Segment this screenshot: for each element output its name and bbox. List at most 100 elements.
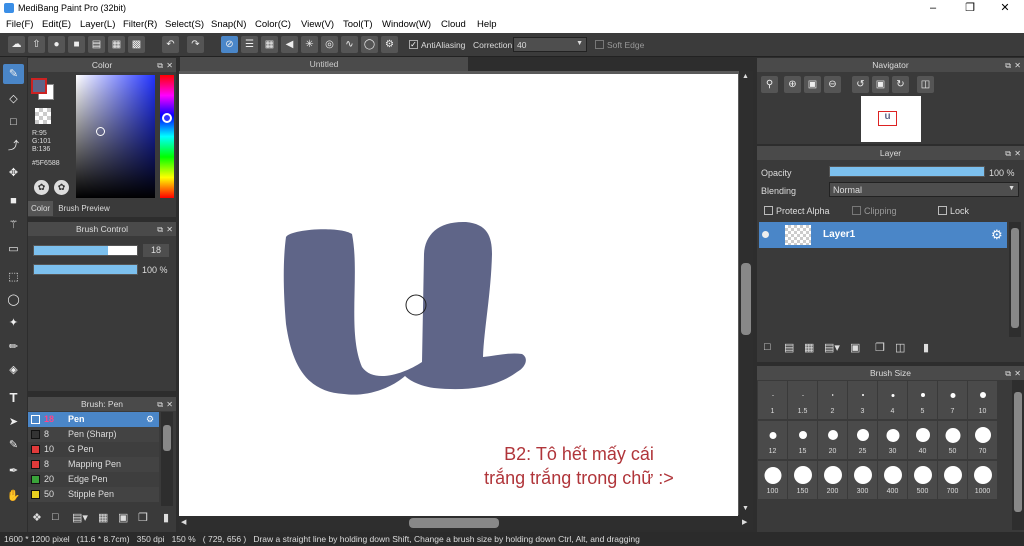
select-pen-icon[interactable]: ✏ (3, 337, 24, 357)
magic-wand-icon[interactable]: ✦ (3, 313, 24, 333)
panel-close-icon[interactable]: ✕ (1014, 147, 1021, 161)
minimize-icon[interactable]: – (916, 0, 950, 17)
brush-size-cell[interactable]: 300 (848, 461, 877, 499)
menu-file[interactable]: File(F) (6, 19, 33, 30)
select-eraser-icon[interactable]: ◈ (3, 360, 24, 380)
gear-icon[interactable]: ⚙ (991, 227, 1003, 243)
redo-icon[interactable]: ↷ (187, 36, 204, 53)
list-item[interactable]: 8 Mapping Pen (28, 457, 159, 472)
menu-view[interactable]: View(V) (301, 19, 334, 30)
float-icon[interactable]: ⧉ (157, 59, 163, 73)
brush-size-cell[interactable]: 700 (938, 461, 967, 499)
brush-size-cell[interactable]: 100 (758, 461, 787, 499)
menu-tool[interactable]: Tool(T) (343, 19, 373, 30)
move-tool-icon[interactable]: ✥ (3, 163, 24, 183)
fill-rect-tool-icon[interactable]: ■ (3, 191, 24, 211)
chat-icon[interactable]: ■ (68, 36, 85, 53)
panel-close-icon[interactable]: ✕ (166, 59, 173, 73)
panel-close-icon[interactable]: ✕ (166, 223, 173, 237)
rotate-left-icon[interactable]: ↺ (852, 76, 869, 93)
document-tab[interactable]: Untitled (180, 57, 468, 71)
menu-filter[interactable]: Filter(R) (123, 19, 157, 30)
brush-tool-icon[interactable]: ✎ (3, 64, 24, 84)
duplicate-icon[interactable]: ❐ (875, 341, 885, 354)
brush-size-cell[interactable]: 400 (878, 461, 907, 499)
layer-menu-icon[interactable]: ▤▾ (824, 341, 840, 354)
list-item[interactable]: 50 Stipple Pen (28, 487, 159, 502)
snap-ellipse-icon[interactable]: ◯ (361, 36, 378, 53)
select-rect-icon[interactable]: ⬚ (3, 267, 24, 287)
brush-size-value[interactable]: 18 (143, 244, 169, 257)
float-icon[interactable]: ⧉ (1005, 147, 1011, 161)
snap-cross-icon[interactable]: ▦ (261, 36, 278, 53)
list-item[interactable]: 10 G Pen (28, 442, 159, 457)
brush-size-scrollbar[interactable] (1012, 380, 1024, 530)
gear-icon[interactable]: ⚙ (146, 412, 154, 427)
snap-curve-icon[interactable]: ∿ (341, 36, 358, 53)
list-item[interactable]: 8 Pen (Sharp) (28, 427, 159, 442)
snap-radial-icon[interactable]: ✳ (301, 36, 318, 53)
bucket-tool-icon[interactable]: ⚚ (3, 215, 24, 235)
float-icon[interactable]: ⧉ (1005, 59, 1011, 73)
protect-alpha-checkbox[interactable] (764, 206, 773, 215)
menu-edit[interactable]: Edit(E) (42, 19, 71, 30)
zoom-in-icon[interactable]: ⊕ (784, 76, 801, 93)
new-brush-icon[interactable]: □ (52, 511, 59, 523)
list-item[interactable]: 20 Edge Pen (28, 472, 159, 487)
scroll-thumb[interactable] (1011, 228, 1019, 328)
brush-opacity-slider[interactable] (33, 264, 138, 275)
snap-off-icon[interactable]: ⊘ (221, 36, 238, 53)
brush-size-cell[interactable]: 200 (818, 461, 847, 499)
layer-opacity-slider[interactable] (829, 166, 985, 177)
comment-icon[interactable]: ● (48, 36, 65, 53)
operation-tool-icon[interactable]: ➤ (3, 412, 24, 432)
gradient-tool-icon[interactable]: ▭ (3, 239, 24, 259)
undo-icon[interactable]: ↶ (162, 36, 179, 53)
scroll-thumb[interactable] (1014, 392, 1022, 512)
snap-circle-icon[interactable]: ◎ (321, 36, 338, 53)
brush-size-cell[interactable]: 20 (818, 421, 847, 459)
scroll-right-icon[interactable]: ▶ (742, 518, 747, 526)
grid-icon[interactable]: ▩ (128, 36, 145, 53)
panel-close-icon[interactable]: ✕ (1014, 59, 1021, 73)
zoom-out-icon[interactable]: ⊖ (824, 76, 841, 93)
brush-size-cell[interactable]: 1 (758, 381, 787, 419)
brush-size-cell[interactable]: 4 (878, 381, 907, 419)
snap-vanish-icon[interactable]: ◀ (281, 36, 298, 53)
snap-parallel-icon[interactable]: ☰ (241, 36, 258, 53)
rotate-right-icon[interactable]: ↻ (892, 76, 909, 93)
lasso-icon[interactable]: ◯ (3, 290, 24, 310)
trash-icon[interactable]: ▮ (163, 511, 169, 524)
menu-layer[interactable]: Layer(L) (80, 19, 115, 30)
rectangle-tool-icon[interactable]: □ (3, 112, 24, 132)
scroll-thumb[interactable] (409, 518, 499, 528)
new-layer-icon[interactable]: □ (764, 341, 771, 353)
transparent-swatch[interactable] (35, 108, 51, 124)
brush-size-cell[interactable]: 1000 (968, 461, 997, 499)
navigator-thumbnail[interactable]: u (861, 96, 921, 142)
brush-size-cell[interactable]: 1.5 (788, 381, 817, 419)
maximize-icon[interactable]: ❐ (953, 0, 987, 17)
lock-checkbox[interactable] (938, 206, 947, 215)
brush-size-cell[interactable]: 25 (848, 421, 877, 459)
brush-size-cell[interactable]: 5 (908, 381, 937, 419)
fit-window-icon[interactable]: ▣ (872, 76, 889, 93)
menu-select[interactable]: Select(S) (165, 19, 204, 30)
copy-brush-icon[interactable]: ▦ (98, 511, 108, 524)
blending-dropdown[interactable]: Normal ▼ (829, 182, 1019, 197)
pages-icon[interactable]: ▦ (108, 36, 125, 53)
upload-icon[interactable]: ⇧ (28, 36, 45, 53)
text-tool-icon[interactable]: T (3, 388, 24, 408)
panel-close-icon[interactable]: ✕ (1014, 367, 1021, 381)
line-tool-icon[interactable]: ⤴ (3, 136, 24, 156)
list-item[interactable]: 18 Pen ⚙ (28, 412, 159, 427)
canvas[interactable]: B2: Tô hết mấy cái trắng trắng trong chữ… (179, 74, 738, 516)
brush-size-cell[interactable]: 150 (788, 461, 817, 499)
zoom-fit-icon[interactable]: ⚲ (761, 76, 778, 93)
menu-color[interactable]: Color(C) (255, 19, 291, 30)
brush-size-cell[interactable]: 10 (968, 381, 997, 419)
float-icon[interactable]: ⧉ (157, 398, 163, 412)
brush-size-cell[interactable]: 7 (938, 381, 967, 419)
page-icon[interactable]: ▤ (88, 36, 105, 53)
folder-icon[interactable]: ▣ (118, 511, 128, 524)
